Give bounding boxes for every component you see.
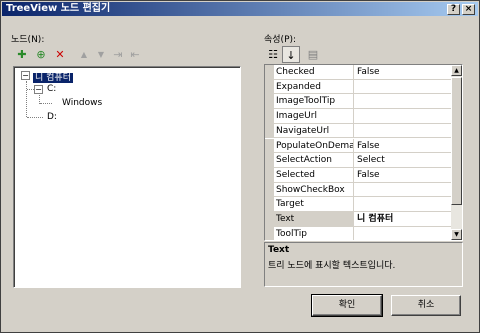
property-row[interactable]: PopulateOnDemar False xyxy=(265,138,452,154)
row-gutter xyxy=(265,79,274,95)
property-name[interactable]: ToolTip xyxy=(274,226,354,240)
property-name[interactable]: ImageToolTip xyxy=(274,94,354,110)
close-button[interactable]: × xyxy=(462,4,475,15)
row-gutter xyxy=(265,94,274,110)
indent-icon[interactable]: ⇥ xyxy=(109,46,127,63)
nodes-toolbar: ✚ ⊕ ✕ ▲ ▼ ⇥ ⇤ xyxy=(13,44,253,66)
row-gutter xyxy=(265,123,274,139)
add-child-icon[interactable]: ⊕ xyxy=(32,46,50,63)
outdent-icon[interactable]: ⇤ xyxy=(126,46,144,63)
property-row[interactable]: ImageUrl xyxy=(265,109,452,124)
property-value[interactable]: 니 컴퓨터 xyxy=(354,212,452,227)
property-row[interactable]: NavigateUrl xyxy=(265,123,452,139)
row-gutter xyxy=(265,226,274,240)
property-row[interactable]: Text 니 컴퓨터 xyxy=(265,212,452,227)
move-down-icon[interactable]: ▼ xyxy=(92,46,110,63)
property-name[interactable]: Expanded xyxy=(274,79,354,95)
property-grid-scrollbar[interactable]: ▲ ▼ xyxy=(451,65,462,240)
property-row[interactable]: SelectAction Select xyxy=(265,153,452,168)
ok-button[interactable]: 확인 xyxy=(311,294,383,317)
property-pages-icon[interactable]: ▤ xyxy=(304,46,322,63)
add-root-icon[interactable]: ✚ xyxy=(13,46,31,63)
property-value[interactable]: False xyxy=(354,139,452,154)
row-gutter xyxy=(265,212,274,227)
property-row[interactable]: ToolTip xyxy=(265,226,452,240)
tree-node-d[interactable]: D: xyxy=(47,112,57,122)
delete-icon[interactable]: ✕ xyxy=(51,46,69,63)
cancel-button[interactable]: 취소 xyxy=(391,295,461,316)
property-name[interactable]: SelectAction xyxy=(274,153,354,168)
expand-c-icon[interactable]: − xyxy=(34,85,43,94)
property-value[interactable] xyxy=(354,197,452,212)
property-value[interactable] xyxy=(354,94,452,110)
description-title: Text xyxy=(268,245,290,255)
node-editor-dialog: TreeView 노드 편집기 ? × 노드(N): ✚ ⊕ ✕ ▲ ▼ ⇥ ⇤… xyxy=(0,0,480,333)
property-name[interactable]: Target xyxy=(274,197,354,212)
property-row[interactable]: Selected False xyxy=(265,167,452,183)
property-value[interactable] xyxy=(354,124,452,139)
property-name[interactable]: Selected xyxy=(274,167,354,183)
property-value[interactable] xyxy=(354,227,452,240)
move-up-icon[interactable]: ▲ xyxy=(75,46,93,63)
tree-node-c[interactable]: C: xyxy=(47,84,56,94)
property-row[interactable]: ShowCheckBox xyxy=(265,182,452,198)
property-name[interactable]: Text xyxy=(274,212,354,227)
row-gutter xyxy=(265,153,274,168)
property-name[interactable]: ShowCheckBox xyxy=(274,182,354,198)
property-row[interactable]: Checked False xyxy=(265,65,452,80)
row-gutter xyxy=(265,65,274,80)
property-row[interactable]: Target xyxy=(265,197,452,212)
title-bar: TreeView 노드 편집기 ? × xyxy=(2,2,478,16)
property-name[interactable]: Checked xyxy=(274,65,354,80)
properties-toolbar: ☷ ↓ ▤ xyxy=(264,44,344,66)
tree-node-root[interactable]: 니 컴퓨터 xyxy=(33,70,73,83)
property-grid: Checked False Expanded ImageToolTip ImageUrl… xyxy=(264,64,463,241)
property-value[interactable] xyxy=(354,109,452,124)
property-value[interactable] xyxy=(354,183,452,198)
row-gutter xyxy=(265,197,274,212)
property-description: Text 트리 노드에 표시할 텍스트입니다. xyxy=(264,242,463,287)
property-value[interactable]: Select xyxy=(354,153,452,168)
scroll-down-button[interactable]: ▼ xyxy=(451,229,462,240)
window-title: TreeView 노드 편집기 xyxy=(6,3,111,14)
scroll-up-button[interactable]: ▲ xyxy=(451,65,462,76)
property-row[interactable]: ImageToolTip xyxy=(265,94,452,110)
tree-node-windows[interactable]: Windows xyxy=(62,98,102,108)
property-name[interactable]: ImageUrl xyxy=(274,109,354,124)
scroll-thumb[interactable] xyxy=(451,77,462,205)
row-gutter xyxy=(265,182,274,198)
row-gutter xyxy=(265,138,274,154)
help-button[interactable]: ? xyxy=(447,4,460,15)
property-row[interactable]: Expanded xyxy=(265,79,452,95)
node-tree[interactable]: − 니 컴퓨터 − C: Windows D: xyxy=(13,66,241,288)
alphabetical-icon[interactable]: ↓ xyxy=(282,46,300,63)
property-value[interactable]: False xyxy=(354,168,452,183)
property-value[interactable] xyxy=(354,80,452,95)
property-name[interactable]: NavigateUrl xyxy=(274,123,354,139)
expand-root-icon[interactable]: − xyxy=(21,71,30,80)
property-value[interactable]: False xyxy=(354,65,452,80)
description-body: 트리 노드에 표시할 텍스트입니다. xyxy=(268,261,396,271)
categorized-icon[interactable]: ☷ xyxy=(264,46,282,63)
row-gutter xyxy=(265,109,274,124)
row-gutter xyxy=(265,167,274,183)
property-name[interactable]: PopulateOnDemar xyxy=(274,138,354,154)
